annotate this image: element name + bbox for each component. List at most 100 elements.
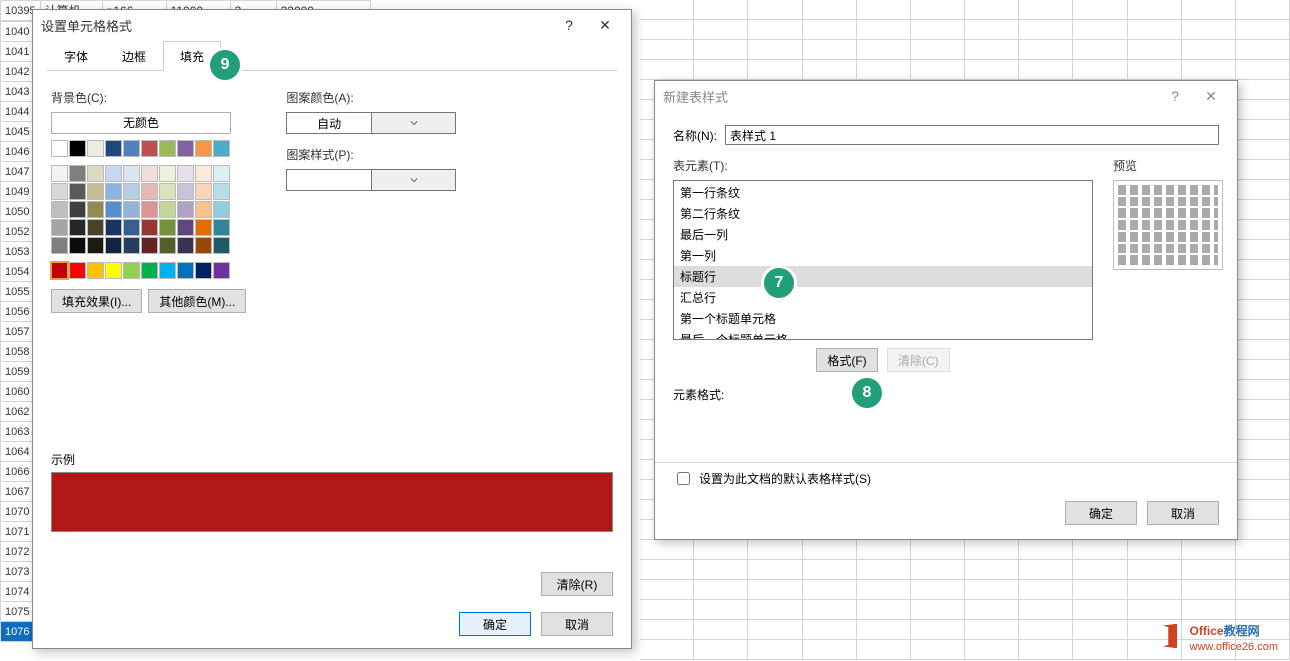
row-header[interactable]: 1042 bbox=[1, 62, 34, 82]
color-swatch[interactable] bbox=[213, 262, 230, 279]
row-header[interactable]: 1076 bbox=[1, 622, 34, 642]
color-swatch[interactable] bbox=[69, 219, 86, 236]
row-header[interactable]: 1063 bbox=[1, 422, 34, 442]
color-swatch[interactable] bbox=[213, 219, 230, 236]
color-swatch[interactable] bbox=[159, 201, 176, 218]
color-swatch[interactable] bbox=[51, 201, 68, 218]
color-swatch[interactable] bbox=[105, 201, 122, 218]
tab-border[interactable]: 边框 bbox=[105, 41, 163, 71]
row-header[interactable]: 1071 bbox=[1, 522, 34, 542]
list-item[interactable]: 标题行 bbox=[674, 266, 1092, 287]
color-swatch[interactable] bbox=[141, 237, 158, 254]
color-swatch[interactable] bbox=[177, 140, 194, 157]
color-swatch[interactable] bbox=[87, 262, 104, 279]
close-button[interactable]: ✕ bbox=[1193, 88, 1229, 105]
fill-effects-button[interactable]: 填充效果(I)... bbox=[51, 289, 142, 313]
color-swatch[interactable] bbox=[141, 262, 158, 279]
color-swatch[interactable] bbox=[51, 183, 68, 200]
row-header[interactable]: 1072 bbox=[1, 542, 34, 562]
color-swatch[interactable] bbox=[159, 165, 176, 182]
row-header[interactable]: 1055 bbox=[1, 282, 34, 302]
row-header[interactable]: 1059 bbox=[1, 362, 34, 382]
row-header[interactable]: 1056 bbox=[1, 302, 34, 322]
color-swatch[interactable] bbox=[87, 201, 104, 218]
color-swatch[interactable] bbox=[213, 237, 230, 254]
ok-button[interactable]: 确定 bbox=[1065, 501, 1137, 525]
color-swatch[interactable] bbox=[177, 201, 194, 218]
color-swatch[interactable] bbox=[105, 219, 122, 236]
cancel-button[interactable]: 取消 bbox=[1147, 501, 1219, 525]
clear-button[interactable]: 清除(R) bbox=[541, 572, 613, 596]
color-swatch[interactable] bbox=[51, 237, 68, 254]
color-swatch[interactable] bbox=[159, 140, 176, 157]
color-swatch[interactable] bbox=[87, 219, 104, 236]
color-swatch[interactable] bbox=[69, 140, 86, 157]
color-swatch[interactable] bbox=[195, 219, 212, 236]
row-header[interactable]: 1074 bbox=[1, 582, 34, 602]
row-header[interactable]: 1041 bbox=[1, 42, 34, 62]
color-swatch[interactable] bbox=[141, 201, 158, 218]
pattern-color-combo[interactable]: 自动 bbox=[286, 112, 456, 134]
list-item[interactable]: 汇总行 bbox=[674, 287, 1092, 308]
color-swatch[interactable] bbox=[123, 262, 140, 279]
row-header[interactable]: 1052 bbox=[1, 222, 34, 242]
list-item[interactable]: 第一列 bbox=[674, 245, 1092, 266]
row-header[interactable]: 1040 bbox=[1, 22, 34, 42]
color-swatch[interactable] bbox=[159, 219, 176, 236]
color-swatch[interactable] bbox=[87, 140, 104, 157]
color-swatch[interactable] bbox=[177, 165, 194, 182]
cancel-button[interactable]: 取消 bbox=[541, 612, 613, 636]
tab-font[interactable]: 字体 bbox=[47, 41, 105, 71]
color-swatch[interactable] bbox=[69, 201, 86, 218]
color-swatch[interactable] bbox=[141, 165, 158, 182]
color-swatch[interactable] bbox=[159, 237, 176, 254]
color-swatch[interactable] bbox=[69, 165, 86, 182]
row-header[interactable]: 1066 bbox=[1, 462, 34, 482]
color-swatch[interactable] bbox=[105, 140, 122, 157]
close-button[interactable]: ✕ bbox=[587, 17, 623, 34]
color-swatch[interactable] bbox=[87, 237, 104, 254]
color-swatch[interactable] bbox=[105, 183, 122, 200]
color-swatch[interactable] bbox=[159, 183, 176, 200]
row-header[interactable]: 1057 bbox=[1, 322, 34, 342]
row-header[interactable]: 1067 bbox=[1, 482, 34, 502]
row-header[interactable]: 1070 bbox=[1, 502, 34, 522]
color-swatch[interactable] bbox=[177, 237, 194, 254]
row-header[interactable]: 1046 bbox=[1, 142, 34, 162]
table-elements-listbox[interactable]: 第二列条纹第一行条纹第二行条纹最后一列第一列标题行汇总行第一个标题单元格最后一个… bbox=[673, 180, 1093, 340]
row-header[interactable]: 1075 bbox=[1, 602, 34, 622]
color-swatch[interactable] bbox=[177, 262, 194, 279]
format-button[interactable]: 格式(F) bbox=[816, 348, 877, 372]
color-swatch[interactable] bbox=[105, 237, 122, 254]
color-swatch[interactable] bbox=[69, 262, 86, 279]
list-item[interactable]: 最后一列 bbox=[674, 224, 1092, 245]
row-header[interactable]: 1062 bbox=[1, 402, 34, 422]
color-swatch[interactable] bbox=[69, 237, 86, 254]
style-name-input[interactable] bbox=[725, 125, 1219, 145]
color-swatch[interactable] bbox=[195, 262, 212, 279]
color-swatch[interactable] bbox=[51, 262, 68, 279]
no-color-button[interactable]: 无颜色 bbox=[51, 112, 231, 134]
row-header[interactable]: 1047 bbox=[1, 162, 34, 182]
color-swatch[interactable] bbox=[87, 165, 104, 182]
color-swatch[interactable] bbox=[195, 201, 212, 218]
help-button[interactable]: ? bbox=[551, 17, 587, 33]
color-swatch[interactable] bbox=[141, 183, 158, 200]
row-header[interactable]: 1043 bbox=[1, 82, 34, 102]
color-swatch[interactable] bbox=[51, 165, 68, 182]
color-swatch[interactable] bbox=[105, 262, 122, 279]
row-header[interactable]: 1049 bbox=[1, 182, 34, 202]
color-swatch[interactable] bbox=[123, 183, 140, 200]
more-colors-button[interactable]: 其他颜色(M)... bbox=[148, 289, 246, 313]
color-swatch[interactable] bbox=[141, 219, 158, 236]
color-swatch[interactable] bbox=[159, 262, 176, 279]
ok-button[interactable]: 确定 bbox=[459, 612, 531, 636]
color-swatch[interactable] bbox=[177, 183, 194, 200]
list-item[interactable]: 第一行条纹 bbox=[674, 182, 1092, 203]
color-swatch[interactable] bbox=[213, 165, 230, 182]
color-swatch[interactable] bbox=[123, 201, 140, 218]
color-swatch[interactable] bbox=[105, 165, 122, 182]
color-swatch[interactable] bbox=[213, 183, 230, 200]
color-swatch[interactable] bbox=[195, 165, 212, 182]
row-header[interactable]: 1058 bbox=[1, 342, 34, 362]
